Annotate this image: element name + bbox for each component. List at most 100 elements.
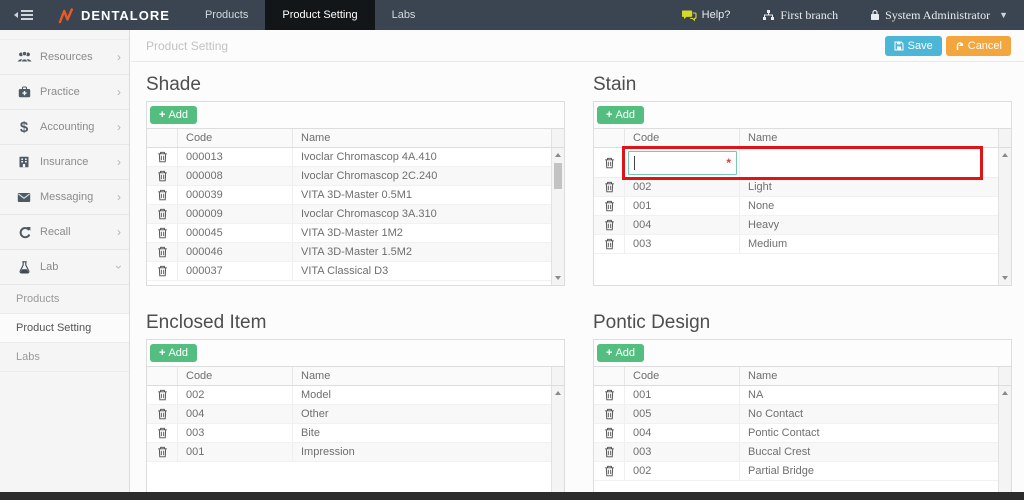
delete-row-button[interactable]	[594, 238, 624, 250]
scroll-up-icon[interactable]	[555, 153, 561, 157]
add-shade-button[interactable]: +Add	[150, 106, 197, 124]
tab-labs[interactable]: Labs	[375, 0, 433, 30]
scroll-down-icon[interactable]	[1002, 276, 1008, 280]
sidebar-item-label: Messaging	[40, 191, 93, 203]
cell-code: 002	[624, 462, 739, 480]
scroll-up-icon[interactable]	[555, 391, 561, 395]
delete-row-button[interactable]	[594, 219, 624, 231]
chevron-right-icon: ›	[117, 191, 121, 203]
delete-row-button[interactable]	[147, 408, 177, 420]
add-pontic-design-button[interactable]: +Add	[597, 344, 644, 362]
sidebar-item-label: Accounting	[40, 121, 94, 133]
vertical-scrollbar[interactable]	[551, 386, 564, 500]
delete-row-button[interactable]	[147, 389, 177, 401]
vertical-scrollbar[interactable]	[998, 148, 1011, 285]
scrollbar-thumb[interactable]	[554, 163, 562, 189]
table-row: 002Partial Bridge	[594, 462, 998, 481]
add-stain-button[interactable]: +Add	[597, 106, 644, 124]
column-actions	[147, 129, 177, 147]
stain-code-cell: *	[624, 148, 739, 177]
delete-row-button[interactable]	[594, 181, 624, 193]
envelope-icon	[12, 192, 36, 203]
sidebar-subitem-products[interactable]: Products	[0, 285, 129, 314]
stain-code-input[interactable]	[628, 151, 737, 175]
panel-pontic-design: Pontic Design +Add Code Name 001NA005No …	[593, 300, 1012, 500]
delete-row-button[interactable]	[147, 265, 177, 277]
help-menu[interactable]: Help?	[666, 0, 747, 30]
tab-product-setting[interactable]: Product Setting	[265, 0, 374, 30]
cell-code: 003	[624, 443, 739, 461]
brand[interactable]: DENTALORE	[46, 0, 188, 30]
cell-name: VITA 3D-Master 0.5M1	[292, 186, 551, 204]
scroll-down-icon[interactable]	[555, 276, 561, 280]
plus-icon: +	[159, 109, 165, 121]
sidebar: Resources › Practice › $ Accounting › In…	[0, 30, 130, 492]
delete-row-button[interactable]	[147, 446, 177, 458]
panel-title: Shade	[146, 74, 565, 96]
cell-name: Ivoclar Chromascop 4A.410	[292, 148, 551, 166]
pontic-design-table: Code Name 001NA005No Contact004Pontic Co…	[593, 366, 1012, 500]
cancel-button[interactable]: Cancel	[946, 36, 1011, 56]
delete-row-button[interactable]	[147, 246, 177, 258]
refresh-icon	[12, 226, 36, 239]
sidebar-toggle-button[interactable]	[0, 0, 46, 30]
table-row: 004Other	[147, 405, 551, 424]
delete-row-button[interactable]	[594, 427, 624, 439]
sidebar-item-recall[interactable]: Recall ›	[0, 215, 129, 250]
cell-code: 002	[177, 386, 292, 404]
sidebar-item-accounting[interactable]: $ Accounting ›	[0, 110, 129, 145]
cell-name: Buccal Crest	[739, 443, 998, 461]
delete-row-button[interactable]	[147, 151, 177, 163]
column-actions	[594, 367, 624, 385]
cell-code: 000008	[177, 167, 292, 185]
vertical-scrollbar[interactable]	[551, 148, 564, 285]
delete-row-button[interactable]	[147, 427, 177, 439]
sidebar-item-messaging[interactable]: Messaging ›	[0, 180, 129, 215]
branch-menu[interactable]: First branch	[746, 0, 854, 30]
add-label: Add	[168, 109, 188, 121]
sidebar-item-label: Practice	[40, 86, 80, 98]
delete-row-button[interactable]	[594, 465, 624, 477]
panel-toolbar: +Add	[146, 339, 565, 366]
sidebar-subitem-labs[interactable]: Labs	[0, 343, 129, 372]
cell-name: NA	[739, 386, 998, 404]
delete-row-button[interactable]	[594, 157, 624, 169]
cell-name: Pontic Contact	[739, 424, 998, 442]
sidebar-item-label: Lab	[40, 261, 58, 273]
user-menu[interactable]: System Administrator ▼	[854, 0, 1024, 30]
cell-name: Heavy	[739, 216, 998, 234]
save-button[interactable]: Save	[885, 36, 942, 56]
delete-row-button[interactable]	[594, 389, 624, 401]
delete-row-button[interactable]	[147, 170, 177, 182]
scroll-up-icon[interactable]	[1002, 391, 1008, 395]
sidebar-item-lab[interactable]: Lab ›	[0, 250, 129, 285]
scroll-up-icon[interactable]	[1002, 153, 1008, 157]
building-icon	[12, 156, 36, 168]
add-enclosed-item-button[interactable]: +Add	[150, 344, 197, 362]
navbar-right: Help? First branch System Administrator …	[666, 0, 1024, 30]
sidebar-item-resources[interactable]: Resources ›	[0, 40, 129, 75]
sidebar-item-insurance[interactable]: Insurance ›	[0, 145, 129, 180]
sidebar-subitem-product-setting[interactable]: Product Setting	[0, 314, 129, 343]
sidebar-item-label: Recall	[40, 226, 71, 238]
delete-row-button[interactable]	[594, 408, 624, 420]
sidebar-subitem-label: Products	[16, 293, 59, 305]
table-row: 001NA	[594, 386, 998, 405]
delete-row-button[interactable]	[147, 227, 177, 239]
delete-row-button[interactable]	[594, 446, 624, 458]
table-row: 000045VITA 3D-Master 1M2	[147, 224, 551, 243]
delete-row-button[interactable]	[147, 189, 177, 201]
delete-row-button[interactable]	[147, 208, 177, 220]
user-label: System Administrator	[885, 8, 990, 23]
text-caret	[634, 156, 635, 170]
chevron-right-icon: ›	[117, 51, 121, 63]
chevron-right-icon: ›	[117, 156, 121, 168]
stain-name-cell[interactable]	[739, 148, 998, 177]
delete-row-button[interactable]	[594, 200, 624, 212]
tab-products[interactable]: Products	[188, 0, 265, 30]
plus-icon: +	[606, 109, 612, 121]
vertical-scrollbar[interactable]	[998, 386, 1011, 500]
sidebar-item-practice[interactable]: Practice ›	[0, 75, 129, 110]
column-name: Name	[292, 367, 551, 385]
table-row: 003Bite	[147, 424, 551, 443]
